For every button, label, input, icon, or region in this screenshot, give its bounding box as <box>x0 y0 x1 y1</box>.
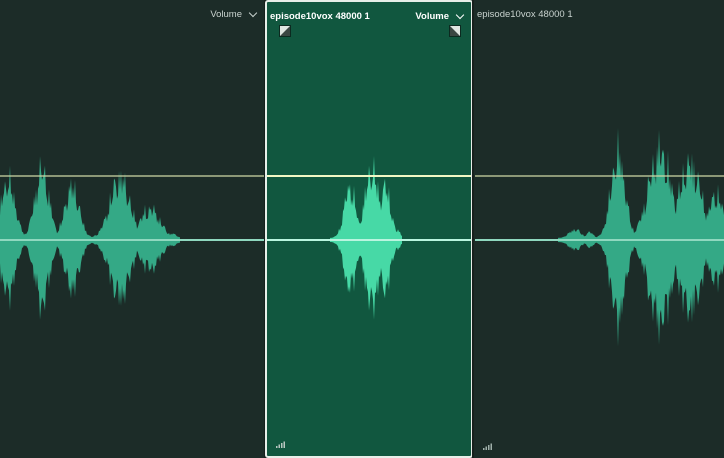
waveform-layer <box>0 128 724 347</box>
waveform-selected <box>330 156 402 320</box>
waveforms <box>0 128 724 347</box>
audio-track: Volume episode10vox 48000 1 Volume episo… <box>0 0 724 458</box>
waveform-left <box>0 156 180 320</box>
waveform-right <box>558 128 724 347</box>
